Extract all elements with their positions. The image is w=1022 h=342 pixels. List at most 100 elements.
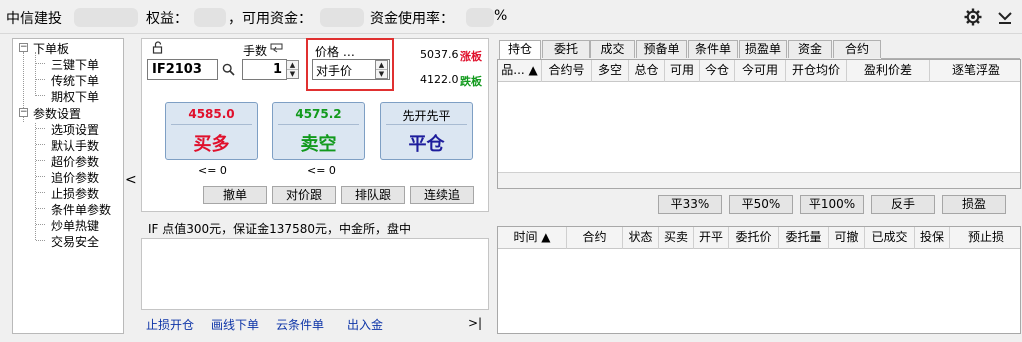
order-panel: IF2103 手数 1 ▲ ▼ 价格 … 对手价 ▲ ▼ 5037.6 涨板 412… [141,38,489,212]
tab-fills[interactable]: 成交 [590,40,635,58]
tree-group-order-panel[interactable]: 下单板 [33,40,69,57]
tab-conditional[interactable]: 条件单 [688,40,738,58]
col-time[interactable]: 时间 ▲ [498,227,567,249]
col-side[interactable]: 买卖 [659,227,694,249]
tree-item-options[interactable]: 选项设置 [51,121,99,138]
sell-price: 4575.2 [295,107,342,121]
tree-item-hotkeys[interactable]: 炒单热键 [51,217,99,234]
account-redacted [74,8,138,27]
title-bar: 中信建投 权益： ，可用资金： 资金使用率： % [0,0,1022,34]
col-contract-no[interactable]: 合约号 [542,60,592,82]
sell-short-button[interactable]: 4575.2 卖空 [272,102,365,160]
queue-follow-button[interactable]: 排队跟 [341,186,405,204]
tree-item-stop-loss[interactable]: 止损参数 [51,185,99,202]
search-icon[interactable] [222,63,235,76]
buy-limit-note: <= 0 [198,164,227,177]
sell-limit-note: <= 0 [307,164,336,177]
close-mode-label: 先开先平 [402,109,451,123]
tab-contracts[interactable]: 合约 [833,40,881,58]
qty-stepper[interactable]: ▲ ▼ [286,60,299,79]
available-value-redacted [320,8,364,27]
col-order-qty[interactable]: 委托量 [779,227,829,249]
return-icon[interactable] [270,43,284,54]
qty-value: 1 [272,62,282,77]
price-stepper[interactable]: ▲ ▼ [375,60,388,79]
col-pre-stop[interactable]: 预止损 [950,227,1022,249]
follow-price-button[interactable]: 对价跟 [272,186,336,204]
cloud-conditional-link[interactable]: 云条件单 [276,316,324,333]
chevron-down-icon[interactable] [996,9,1014,25]
equity-label: 权益： [146,11,188,27]
col-float-pnl[interactable]: 逐笔浮盈 [930,60,1022,82]
close-label: 平仓 [408,134,445,155]
col-profit-spread[interactable]: 盈利价差 [847,60,930,82]
buy-price: 4585.0 [188,107,235,121]
contract-input[interactable]: IF2103 [147,59,218,80]
col-available[interactable]: 可用 [665,60,700,82]
gear-icon[interactable] [964,8,982,26]
settings-tree: − 下单板 三键下单 传统下单 期权下单 − 参数设置 选项设置 默认手数 超价… [12,38,124,334]
available-label: ，可用资金： [228,11,312,27]
col-open-avg[interactable]: 开仓均价 [786,60,847,82]
reverse-button[interactable]: 反手 [871,195,935,214]
usage-label: 资金使用率： [370,11,454,27]
continuous-chase-button[interactable]: 连续追 [410,186,474,204]
tree-toggle-params[interactable]: − [19,108,28,117]
tree-item-security[interactable]: 交易安全 [51,233,99,250]
line-order-link[interactable]: 画线下单 [211,316,259,333]
close-100-button[interactable]: 平100% [800,195,864,214]
tree-item-chase-price[interactable]: 追价参数 [51,169,99,186]
col-filled[interactable]: 已成交 [865,227,915,249]
positions-table: 品... ▲ 合约号 多空 总仓 可用 今仓 今可用 开仓均价 盈利价差 逐笔浮… [497,59,1021,189]
limit-up-price: 5037.6 [420,48,459,61]
col-contract[interactable]: 合约 [567,227,623,249]
usage-value-redacted [466,8,494,27]
stop-profit-button[interactable]: 损盈 [942,195,1006,214]
positions-scrollbar[interactable] [498,172,1020,188]
tree-item-overprice[interactable]: 超价参数 [51,153,99,170]
sell-label: 卖空 [300,134,337,155]
col-order-price[interactable]: 委托价 [729,227,779,249]
tree-item-three-key-order[interactable]: 三键下单 [51,56,99,73]
limit-down-label: 跌板 [460,75,482,88]
tree-item-default-qty[interactable]: 默认手数 [51,137,99,154]
tree-group-params[interactable]: 参数设置 [33,105,81,122]
limit-down-price: 4122.0 [420,73,459,86]
col-today[interactable]: 今仓 [700,60,735,82]
orders-table: 时间 ▲ 合约 状态 买卖 开平 委托价 委托量 可撤 已成交 投保 预止损 [497,226,1021,334]
col-direction[interactable]: 多空 [592,60,629,82]
tab-funds[interactable]: 资金 [788,40,832,58]
qty-input[interactable]: 1 [242,59,287,80]
col-total[interactable]: 总仓 [629,60,665,82]
expand-panel-icon[interactable]: >| [468,316,482,330]
tab-pending[interactable]: 预备单 [636,40,687,58]
col-today-available[interactable]: 今可用 [735,60,786,82]
tab-orders[interactable]: 委托 [542,40,590,58]
limit-up-label: 涨板 [460,50,482,63]
qty-label: 手数 [243,44,268,58]
close-50-button[interactable]: 平50% [729,195,793,214]
col-status[interactable]: 状态 [623,227,659,249]
close-position-button[interactable]: 先开先平 平仓 [380,102,473,160]
close-33-button[interactable]: 平33% [658,195,722,214]
price-label[interactable]: 价格 … [315,43,355,60]
broker-name: 中信建投 [6,11,62,27]
col-cancelable[interactable]: 可撤 [829,227,865,249]
tree-item-option-order[interactable]: 期权下单 [51,88,99,105]
transfer-funds-link[interactable]: 出入金 [347,316,383,333]
cancel-order-button[interactable]: 撤单 [203,186,267,204]
contract-info-text: IF 点值300元，保证金137580元，中金所，盘中 [148,222,411,236]
col-product[interactable]: 品... ▲ [498,60,542,82]
unlock-icon[interactable] [152,41,164,54]
tree-item-traditional-order[interactable]: 传统下单 [51,72,99,89]
collapse-panel-icon[interactable]: < [125,172,137,188]
tree-item-conditional[interactable]: 条件单参数 [51,201,111,218]
tab-positions[interactable]: 持仓 [499,40,541,59]
stop-loss-open-link[interactable]: 止损开仓 [146,316,194,333]
tree-toggle-order-panel[interactable]: − [19,43,28,52]
col-hedge[interactable]: 投保 [915,227,950,249]
usage-suffix: % [494,8,508,24]
tab-stop-profit[interactable]: 损盈单 [739,40,787,58]
buy-long-button[interactable]: 4585.0 买多 [165,102,258,160]
col-open-close[interactable]: 开平 [694,227,729,249]
